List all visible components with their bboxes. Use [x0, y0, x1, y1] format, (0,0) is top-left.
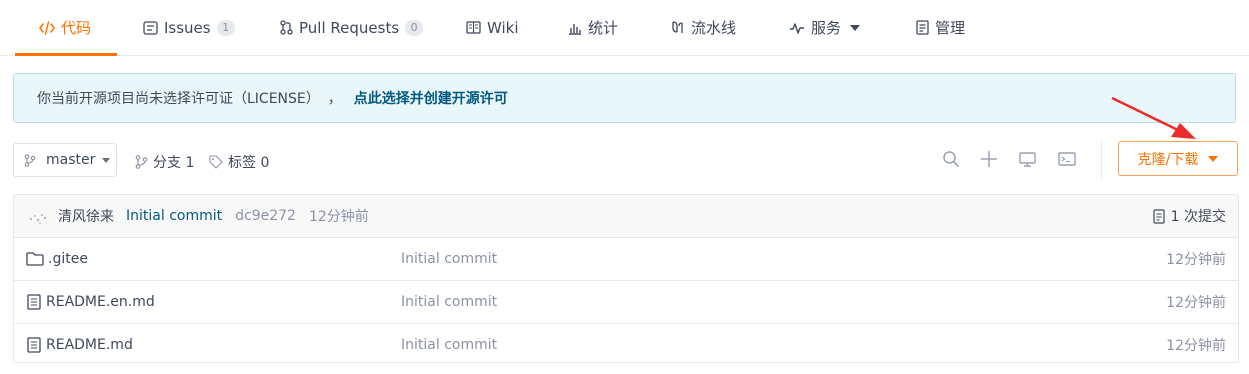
commit-count: 1 次提交: [1170, 209, 1226, 225]
history-icon: [1153, 208, 1165, 224]
tab-stats[interactable]: 统计: [568, 0, 618, 55]
terminal-icon[interactable]: [1058, 152, 1076, 167]
tab-services-label: 服务: [811, 19, 842, 37]
file-commit-message[interactable]: Initial commit: [401, 281, 497, 323]
annotation-arrow-icon: [1111, 96, 1196, 139]
file-name[interactable]: README.md: [46, 337, 133, 353]
license-notice-text: 你当前开源项目尚未选择许可证（LICENSE）: [37, 91, 320, 107]
file-commit-time: 12分钟前: [1166, 252, 1226, 268]
tab-wiki[interactable]: Wiki: [466, 0, 519, 55]
avatar[interactable]: [27, 205, 49, 227]
tab-manage-label: 管理: [935, 19, 966, 37]
tab-pull-requests-label: Pull Requests: [299, 18, 400, 37]
repo-nav-tabs: 代码 Issues 1 Pull Requests 0 Wiki 统计 流水线 …: [0, 0, 1249, 56]
file-list: 清风徐来 Initial commit dc9e272 12分钟前 1 次提交 …: [13, 194, 1239, 363]
tag-icon: [209, 155, 223, 169]
branch-caret-icon: [102, 157, 111, 163]
tab-pipeline[interactable]: 流水线: [670, 0, 736, 55]
license-notice-separator: ，: [327, 91, 342, 107]
active-tab-indicator: [15, 53, 118, 56]
tab-issues-label: Issues: [164, 18, 211, 37]
branches-link[interactable]: 分支 1: [135, 152, 194, 172]
issues-count-badge: 1: [216, 19, 235, 36]
stats-icon: [569, 23, 581, 35]
tab-pipeline-label: 流水线: [691, 19, 737, 37]
commit-sha[interactable]: dc9e272: [235, 208, 296, 224]
file-icon: [27, 294, 41, 310]
clone-caret-icon: [1208, 155, 1219, 162]
manage-icon: [916, 20, 929, 35]
file-name[interactable]: README.en.md: [46, 294, 155, 310]
file-row[interactable]: README.md Initial commit 12分钟前: [14, 324, 1238, 362]
tab-stats-label: 统计: [588, 19, 619, 37]
branch-selector[interactable]: master: [13, 143, 117, 177]
pull-requests-count-badge: 0: [405, 19, 424, 36]
wiki-icon: [466, 21, 481, 34]
pull-request-icon: [280, 20, 293, 35]
create-license-link[interactable]: 点此选择并创建开源许可: [354, 88, 508, 108]
add-file-icon[interactable]: [980, 150, 998, 168]
commit-message[interactable]: Initial commit: [126, 208, 222, 224]
toolbar-divider: [1101, 141, 1102, 179]
tab-pull-requests[interactable]: Pull Requests 0: [280, 0, 424, 55]
license-notice: 你当前开源项目尚未选择许可证（LICENSE） ， 点此选择并创建开源许可: [13, 73, 1236, 123]
file-commit-time: 12分钟前: [1166, 338, 1226, 354]
tab-services[interactable]: 服务: [789, 0, 861, 55]
tab-issues[interactable]: Issues 1: [143, 0, 235, 55]
tab-manage[interactable]: 管理: [916, 0, 965, 55]
pipeline-icon: [672, 21, 683, 33]
folder-icon: [26, 252, 44, 266]
file-row[interactable]: .gitee Initial commit 12分钟前: [14, 238, 1238, 281]
file-icon: [27, 337, 41, 353]
branches-count: 分支 1: [153, 155, 195, 171]
commit-time: 12分钟前: [308, 209, 369, 225]
code-icon: [39, 20, 55, 35]
tags-count: 标签 0: [228, 155, 270, 171]
tab-code-label: 代码: [61, 19, 92, 37]
commit-count-link[interactable]: 1 次提交: [1153, 195, 1226, 237]
file-name[interactable]: .gitee: [48, 251, 88, 267]
clone-download-label: 克隆/下载: [1137, 151, 1199, 168]
clone-download-button[interactable]: 克隆/下载: [1118, 141, 1238, 176]
tab-code[interactable]: 代码: [15, 0, 118, 56]
branch-name: master: [46, 152, 96, 168]
file-commit-message[interactable]: Initial commit: [401, 324, 497, 362]
tags-link[interactable]: 标签 0: [209, 152, 269, 172]
tab-wiki-label: Wiki: [487, 18, 519, 37]
branch-icon: [135, 155, 148, 169]
branch-icon: [24, 153, 36, 167]
last-commit-bar: 清风徐来 Initial commit dc9e272 12分钟前 1 次提交: [14, 195, 1238, 238]
file-row[interactable]: README.en.md Initial commit 12分钟前: [14, 281, 1238, 324]
file-commit-time: 12分钟前: [1166, 295, 1226, 311]
file-commit-message[interactable]: Initial commit: [401, 238, 497, 280]
search-icon[interactable]: [942, 150, 960, 168]
pulse-icon: [790, 22, 804, 34]
issues-icon: [143, 20, 158, 35]
commit-author[interactable]: 清风徐来: [58, 206, 114, 226]
chevron-down-icon: [850, 24, 861, 31]
web-ide-icon[interactable]: [1019, 152, 1036, 167]
